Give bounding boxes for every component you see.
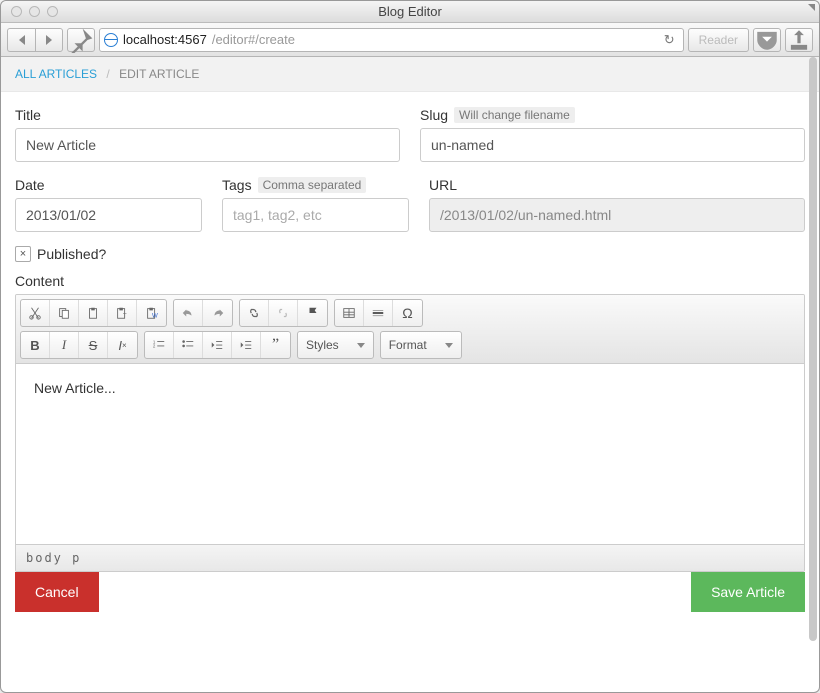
- breadcrumb-separator: /: [106, 67, 109, 81]
- cut-icon: [28, 306, 42, 320]
- indent-icon: [239, 338, 253, 352]
- editor-elements-path[interactable]: body p: [16, 544, 804, 571]
- window-fullscreen-icon[interactable]: [801, 4, 815, 18]
- flag-icon: [306, 306, 320, 320]
- paste-word-icon: W: [145, 306, 159, 320]
- date-label: Date: [15, 177, 45, 193]
- paste-icon: [86, 306, 100, 320]
- table-icon: [342, 306, 356, 320]
- chevron-down-icon: [445, 343, 453, 348]
- bold-button[interactable]: B: [21, 332, 50, 358]
- hr-button[interactable]: [364, 300, 393, 326]
- title-label: Title: [15, 107, 41, 123]
- cancel-button[interactable]: Cancel: [15, 572, 99, 612]
- quote-icon: ”: [272, 336, 279, 354]
- published-checkbox[interactable]: ×: [15, 246, 31, 262]
- styles-select[interactable]: Styles: [297, 331, 374, 359]
- strike-button[interactable]: S: [79, 332, 108, 358]
- url-readonly: /2013/01/02/un-named.html: [429, 198, 805, 232]
- nav-back-button[interactable]: [7, 28, 35, 52]
- numlist-icon: 12: [152, 338, 166, 352]
- hr-icon: [371, 306, 385, 320]
- content-label: Content: [15, 273, 64, 289]
- slug-hint: Will change filename: [454, 107, 575, 123]
- upload-icon: [786, 27, 812, 53]
- copy-button[interactable]: [50, 300, 79, 326]
- date-input[interactable]: [15, 198, 202, 232]
- omega-icon: Ω: [402, 305, 412, 321]
- window-close-icon[interactable]: [11, 6, 22, 17]
- bookmarks-button[interactable]: [67, 28, 95, 52]
- url-bar[interactable]: localhost:4567/editor#/create ↻: [99, 28, 684, 52]
- format-select[interactable]: Format: [380, 331, 462, 359]
- paste-text-button[interactable]: T: [108, 300, 137, 326]
- removeformat-button[interactable]: I×: [108, 332, 137, 358]
- slug-label: Slug: [420, 107, 448, 123]
- title-input[interactable]: [15, 128, 400, 162]
- copy-icon: [57, 306, 71, 320]
- outdent-button[interactable]: [203, 332, 232, 358]
- content-editor: T W: [15, 294, 805, 572]
- outdent-icon: [210, 338, 224, 352]
- svg-text:W: W: [152, 312, 158, 319]
- readlater-button[interactable]: [753, 28, 781, 52]
- save-button[interactable]: Save Article: [691, 572, 805, 612]
- breadcrumb-all-articles[interactable]: ALL ARTICLES: [15, 67, 97, 81]
- specialchar-button[interactable]: Ω: [393, 300, 422, 326]
- browser-toolbar: localhost:4567/editor#/create ↻ Reader: [1, 23, 819, 57]
- svg-text:T: T: [123, 312, 127, 319]
- editor-body[interactable]: New Article...: [16, 364, 804, 544]
- anchor-button[interactable]: [298, 300, 327, 326]
- unlink-icon: [276, 306, 290, 320]
- undo-button[interactable]: [174, 300, 203, 326]
- breadcrumb-current: EDIT ARTICLE: [119, 67, 199, 81]
- link-icon: [247, 306, 261, 320]
- reload-icon[interactable]: ↻: [660, 32, 679, 48]
- pocket-icon: [754, 27, 780, 53]
- url-label: URL: [429, 177, 457, 193]
- redo-icon: [211, 306, 225, 320]
- slug-input[interactable]: [420, 128, 805, 162]
- paste-button[interactable]: [79, 300, 108, 326]
- reader-button[interactable]: Reader: [688, 28, 749, 52]
- tags-input[interactable]: [222, 198, 409, 232]
- paste-word-button[interactable]: W: [137, 300, 166, 326]
- unlink-button[interactable]: [269, 300, 298, 326]
- tags-hint: Comma separated: [258, 177, 367, 193]
- link-button[interactable]: [240, 300, 269, 326]
- nav-forward-button[interactable]: [35, 28, 63, 52]
- chevron-down-icon: [357, 343, 365, 348]
- window-zoom-icon[interactable]: [47, 6, 58, 17]
- url-host: localhost:4567: [123, 32, 207, 47]
- pin-icon: [68, 27, 94, 53]
- scrollbar[interactable]: [809, 57, 817, 692]
- window-title: Blog Editor: [1, 4, 819, 19]
- share-button[interactable]: [785, 28, 813, 52]
- italic-button[interactable]: I: [50, 332, 79, 358]
- numlist-button[interactable]: 12: [145, 332, 174, 358]
- paste-text-icon: T: [115, 306, 129, 320]
- breadcrumb: ALL ARTICLES / EDIT ARTICLE: [1, 57, 819, 92]
- cut-button[interactable]: [21, 300, 50, 326]
- bulletlist-icon: [181, 338, 195, 352]
- window-minimize-icon[interactable]: [29, 6, 40, 17]
- globe-icon: [104, 33, 118, 47]
- redo-button[interactable]: [203, 300, 232, 326]
- blockquote-button[interactable]: ”: [261, 332, 290, 358]
- svg-text:2: 2: [153, 344, 156, 349]
- url-path: /editor#/create: [212, 32, 295, 47]
- tags-label: Tags: [222, 177, 252, 193]
- undo-icon: [181, 306, 195, 320]
- window-titlebar: Blog Editor: [1, 1, 819, 23]
- bulletlist-button[interactable]: [174, 332, 203, 358]
- indent-button[interactable]: [232, 332, 261, 358]
- published-label: Published?: [37, 246, 106, 262]
- table-button[interactable]: [335, 300, 364, 326]
